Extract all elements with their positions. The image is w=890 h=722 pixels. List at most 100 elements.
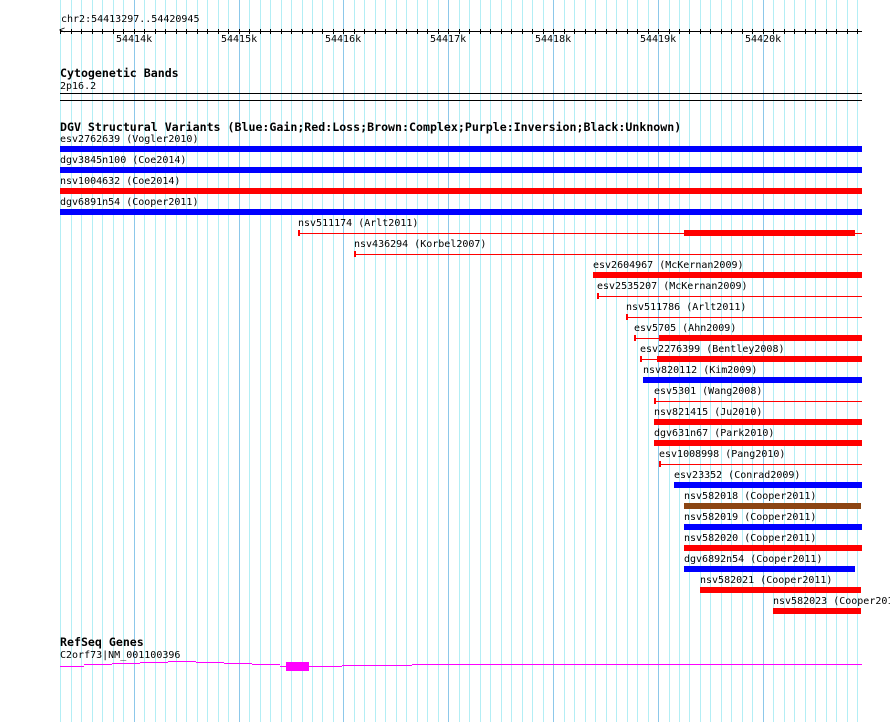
cytoband-top-line xyxy=(60,93,862,94)
variant-label[interactable]: esv23352 (Conrad2009) xyxy=(674,470,800,482)
variant-label[interactable]: nsv1004632 (Coe2014) xyxy=(60,176,180,188)
variant-label[interactable]: nsv582018 (Cooper2011) xyxy=(684,491,816,503)
cytobands-title: Cytogenetic Bands xyxy=(60,66,179,80)
grid-line xyxy=(637,0,638,722)
grid-line xyxy=(396,0,397,722)
ruler-tick xyxy=(385,29,386,34)
ruler-tick xyxy=(700,29,701,34)
grid-line xyxy=(480,0,481,722)
variant-bar-gain[interactable] xyxy=(674,482,862,488)
ruler-tick xyxy=(815,29,816,34)
variant-start-tick xyxy=(354,251,356,257)
variant-bar-loss[interactable] xyxy=(654,440,862,446)
ruler-tick xyxy=(469,29,470,34)
grid-line xyxy=(364,0,365,722)
variant-bar-loss[interactable] xyxy=(60,188,862,194)
grid-line xyxy=(375,0,376,722)
ruler-tick xyxy=(627,29,628,34)
variant-label[interactable]: nsv511174 (Arlt2011) xyxy=(298,218,418,230)
ruler-label: 54419k xyxy=(640,34,677,45)
variant-bar-loss[interactable] xyxy=(684,545,862,551)
variant-label[interactable]: esv1008998 (Pang2010) xyxy=(659,449,785,461)
ruler-tick xyxy=(585,29,586,34)
grid-line xyxy=(564,0,565,722)
grid-line xyxy=(406,0,407,722)
variant-bar-gain[interactable] xyxy=(60,167,862,173)
ruler-tick xyxy=(847,29,848,34)
grid-line xyxy=(522,0,523,722)
ruler-tick xyxy=(155,29,156,34)
grid-line xyxy=(312,0,313,722)
grid-line xyxy=(218,0,219,722)
variant-label[interactable]: nsv582020 (Cooper2011) xyxy=(684,533,816,545)
ruler-tick xyxy=(71,29,72,34)
variant-label[interactable]: esv5705 (Ahn2009) xyxy=(634,323,736,335)
gene-intron-line xyxy=(390,665,412,666)
grid-line xyxy=(207,0,208,722)
variant-bar-gain[interactable] xyxy=(643,377,862,383)
ruler-tick xyxy=(270,29,271,34)
grid-line xyxy=(281,0,282,722)
ruler-label: 54417k xyxy=(430,34,467,45)
variant-start-tick xyxy=(659,461,661,467)
variant-extent-line xyxy=(659,464,862,465)
cytoband-label[interactable]: 2p16.2 xyxy=(60,81,96,93)
variant-bar-loss[interactable] xyxy=(659,335,862,341)
grid-line xyxy=(532,0,533,722)
gene-exon[interactable] xyxy=(286,662,309,671)
variant-bar-loss[interactable] xyxy=(700,587,861,593)
variant-label[interactable]: nsv582021 (Cooper2011) xyxy=(700,575,832,587)
variant-extent-line xyxy=(354,254,862,255)
grid-line xyxy=(511,0,512,722)
variant-bar-complex[interactable] xyxy=(684,503,861,509)
grid-line xyxy=(490,0,491,722)
gene-intron-line xyxy=(112,663,140,664)
refseq-gene-label[interactable]: C2orf73|NM_001100396 xyxy=(60,650,180,662)
ruler-tick xyxy=(522,29,523,34)
grid-line xyxy=(417,0,418,722)
grid-line xyxy=(595,0,596,722)
variant-bar-loss[interactable] xyxy=(684,230,855,236)
variant-start-tick xyxy=(597,293,599,299)
variant-label[interactable]: esv2762639 (Vogler2010) xyxy=(60,134,198,146)
grid-line xyxy=(102,0,103,722)
variant-label[interactable]: nsv582019 (Cooper2011) xyxy=(684,512,816,524)
grid-line xyxy=(270,0,271,722)
variant-label[interactable]: dgv6892n54 (Cooper2011) xyxy=(684,554,822,566)
variant-bar-gain[interactable] xyxy=(60,146,862,152)
variant-bar-gain[interactable] xyxy=(60,209,862,215)
variant-bar-gain[interactable] xyxy=(684,524,862,530)
variant-label[interactable]: esv2604967 (McKernan2009) xyxy=(593,260,744,272)
variant-bar-loss[interactable] xyxy=(657,356,862,362)
gene-intron-line xyxy=(196,662,224,663)
grid-line xyxy=(134,0,135,722)
ruler-tick xyxy=(207,29,208,34)
gene-intron-line xyxy=(168,661,196,662)
ruler-tick xyxy=(574,29,575,34)
variant-label[interactable]: dgv631n67 (Park2010) xyxy=(654,428,774,440)
grid-line xyxy=(322,0,323,722)
variant-bar-gain[interactable] xyxy=(684,566,855,572)
variant-label[interactable]: esv2276399 (Bentley2008) xyxy=(640,344,785,356)
variant-label[interactable]: nsv436294 (Korbel2007) xyxy=(354,239,486,251)
variant-bar-loss[interactable] xyxy=(654,419,862,425)
grid-line xyxy=(501,0,502,722)
variant-label[interactable]: nsv821415 (Ju2010) xyxy=(654,407,762,419)
grid-line xyxy=(333,0,334,722)
variant-bar-loss[interactable] xyxy=(773,608,861,614)
variant-label[interactable]: dgv6891n54 (Cooper2011) xyxy=(60,197,198,209)
grid-line xyxy=(354,0,355,722)
variant-label[interactable]: dgv3845n100 (Coe2014) xyxy=(60,155,186,167)
ruler-tick xyxy=(417,29,418,34)
grid-line xyxy=(543,0,544,722)
variant-extent-line xyxy=(654,401,862,402)
variant-label[interactable]: nsv820112 (Kim2009) xyxy=(643,365,757,377)
variant-label[interactable]: nsv582023 (Cooper2011) xyxy=(773,596,890,608)
variant-label[interactable]: nsv511786 (Arlt2011) xyxy=(626,302,746,314)
ruler-tick xyxy=(186,29,187,34)
variant-label[interactable]: esv2535207 (McKernan2009) xyxy=(597,281,748,293)
grid-line xyxy=(574,0,575,722)
variant-label[interactable]: esv5301 (Wang2008) xyxy=(654,386,762,398)
ruler-tick xyxy=(396,29,397,34)
variant-bar-loss[interactable] xyxy=(593,272,862,278)
